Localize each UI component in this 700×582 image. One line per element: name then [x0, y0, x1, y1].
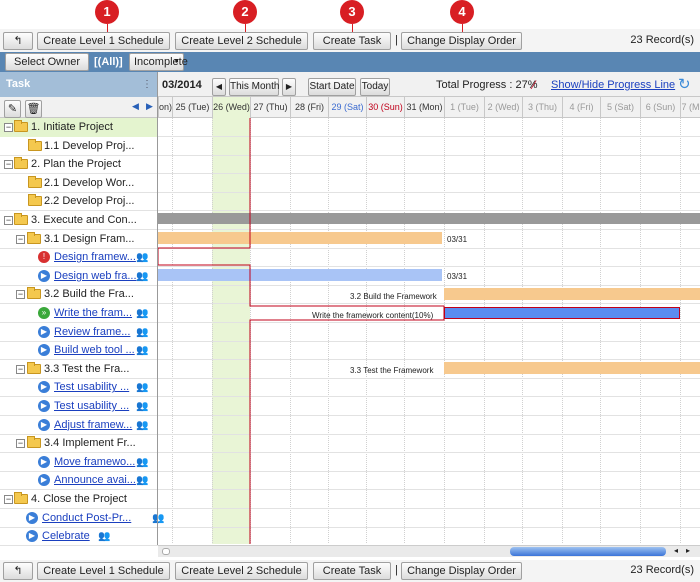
progress-line — [157, 118, 445, 544]
scrollbar-left-cap[interactable] — [162, 548, 170, 555]
bottom-toolbar: ↰ Create Level 1 Schedule Create Level 2… — [0, 560, 700, 582]
record-count: 23 Record(s) — [630, 564, 694, 576]
back-arrow-icon: ↰ — [13, 565, 23, 577]
horizontal-scrollbar[interactable]: ◂ ▸ — [158, 545, 700, 557]
toolbar-separator: | — [395, 564, 398, 576]
column-divider — [157, 72, 158, 545]
create-task-button[interactable]: Create Task — [313, 562, 391, 580]
create-level2-schedule-button[interactable]: Create Level 2 Schedule — [175, 562, 308, 580]
scrollbar-thumb[interactable] — [510, 547, 666, 556]
back-button[interactable]: ↰ — [3, 562, 33, 580]
change-display-order-button[interactable]: Change Display Order — [401, 562, 522, 580]
scroll-left-arrow-icon[interactable]: ◂ — [674, 546, 678, 555]
create-level1-schedule-button[interactable]: Create Level 1 Schedule — [37, 562, 170, 580]
scroll-right-arrow-icon[interactable]: ▸ — [686, 546, 690, 555]
